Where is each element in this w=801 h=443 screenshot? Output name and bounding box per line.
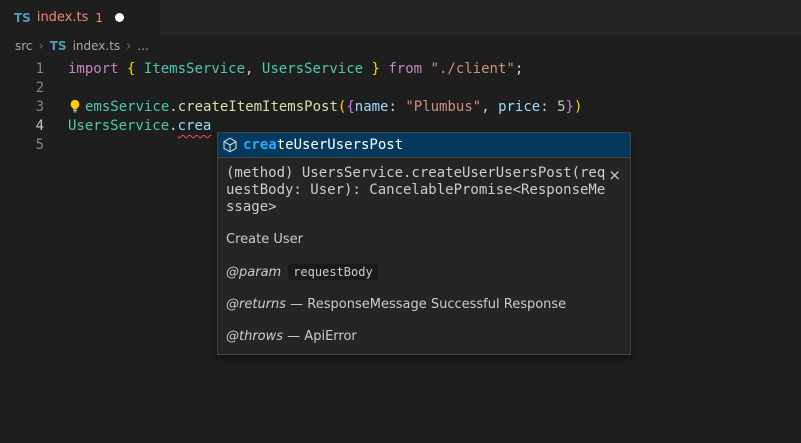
jsdoc-tag-row: @param requestBody [226,264,622,281]
code-text[interactable]: emsService.createItemItemsPost({name: "P… [44,98,582,117]
code-text[interactable]: import { ItemsService, UsersService } fr… [44,60,523,79]
signature-line: ssage> [226,199,622,216]
code-token: . [169,99,177,115]
code-token: createItemItemsPost [178,99,338,115]
jsdoc-tag-row: @throws — ApiError [226,329,622,345]
signature-line: uestBody: User): CancelablePromise<Respo… [226,182,622,199]
typescript-file-icon: TS [14,11,31,25]
code-token: { [346,99,354,115]
unsaved-changes-dot-icon[interactable] [115,13,124,22]
code-token: , [481,99,498,115]
typescript-file-icon: TS [50,39,67,53]
code-line[interactable]: 3emsService.createItemItemsPost({name: "… [0,98,801,117]
suggestion-label: createUserUsersPost [243,137,403,153]
line-number: 3 [0,98,44,117]
code-token [363,61,371,77]
breadcrumb-item-symbol[interactable]: ... [137,39,148,53]
code-token: "./client" [431,61,515,77]
breadcrumb: src › TS index.ts › ... [0,35,801,57]
code-token: ) [574,99,582,115]
suggestion-item-selected[interactable]: createUserUsersPost [218,133,630,157]
suggestion-rest-text: teUserUsersPost [277,137,403,153]
breadcrumb-item-src[interactable]: src [15,39,33,53]
code-line[interactable]: 1import { ItemsService, UsersService } f… [0,60,801,79]
jsdoc-tag-text: — ResponseMessage Successful Response [286,297,566,312]
code-token: . [169,118,177,134]
suggestion-docs-panel: (method) UsersService.createUserUsersPos… [218,157,630,354]
line-number: 2 [0,79,44,98]
jsdoc-tag-text: — ApiError [283,329,357,344]
jsdoc-tag-name: @returns [226,297,286,312]
code-token: emsService [85,99,169,115]
code-token: name [355,99,389,115]
jsdoc-tags: @param requestBody @returns — ResponseMess… [226,264,622,345]
code-token [119,61,127,77]
tab-bar: TS index.ts 1 [0,0,801,35]
line-number: 4 [0,117,44,136]
line-number: 5 [0,136,44,155]
code-text[interactable] [44,136,68,155]
method-signature: (method) UsersService.createUserUsersPos… [226,165,622,216]
docs-summary: Create User [226,232,622,248]
symbol-method-cube-icon [222,137,238,153]
code-token [135,61,143,77]
signature-line: (method) UsersService.createUserUsersPos… [226,165,622,182]
code-token: UsersService [262,61,363,77]
tab-file-name: index.ts [37,10,89,25]
code-token: UsersService [68,118,169,134]
code-text[interactable]: UsersService.crea [44,117,211,136]
chevron-right-icon: › [126,39,131,54]
jsdoc-tag-name: @throws [226,329,283,344]
code-text[interactable] [44,79,68,98]
jsdoc-tag-name: @param [226,265,281,280]
jsdoc-param-chip: requestBody [288,264,377,280]
code-token: import [68,61,119,77]
lightbulb-icon[interactable] [68,99,85,119]
code-token: : [388,99,405,115]
code-token: price [498,99,540,115]
breadcrumb-item-file[interactable]: index.ts [73,39,121,53]
code-token: : [540,99,557,115]
code-token: crea [178,118,212,134]
code-token: } [566,99,574,115]
intellisense-suggest-widget: createUserUsersPost (method) UsersServic… [217,132,631,355]
code-token: 5 [557,99,565,115]
tab-problem-count-badge: 1 [95,11,103,25]
code-token: , [245,61,262,77]
tab-index-ts[interactable]: TS index.ts 1 [0,0,160,35]
close-icon[interactable]: × [608,168,621,182]
code-token: ItemsService [144,61,245,77]
code-token [422,61,430,77]
code-token: } [372,61,380,77]
code-token: from [388,61,422,77]
jsdoc-tag-row: @returns — ResponseMessage Successful Re… [226,297,622,313]
line-number: 1 [0,60,44,79]
code-token: "Plumbus" [405,99,481,115]
chevron-right-icon: › [39,39,44,54]
code-token: ; [515,61,523,77]
code-line[interactable]: 2 [0,79,801,98]
suggestion-match-text: crea [243,137,277,153]
